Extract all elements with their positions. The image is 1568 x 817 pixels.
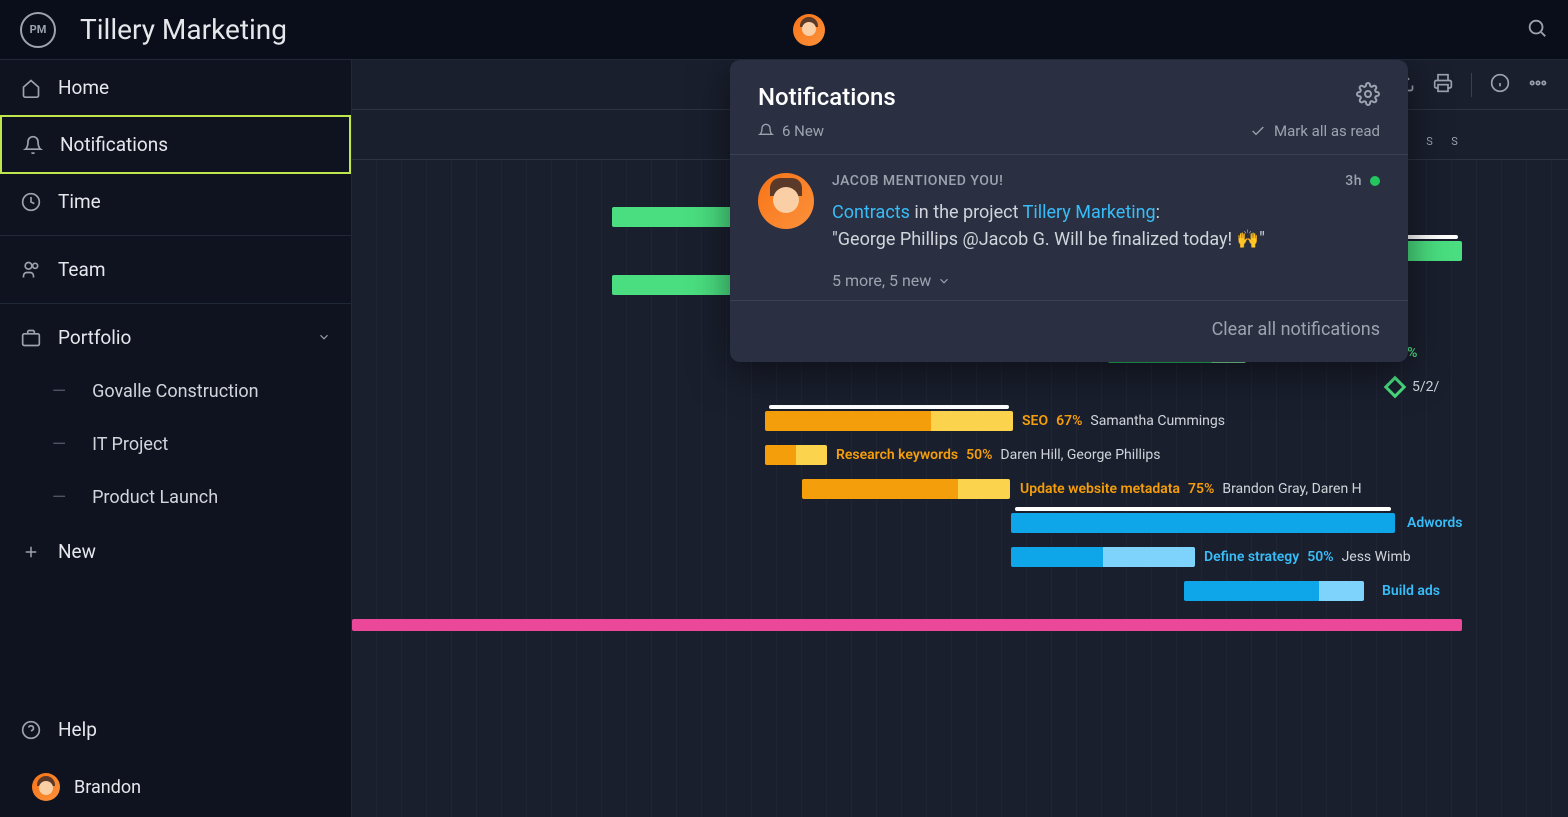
- timeline-day: S: [1442, 135, 1467, 159]
- sidebar-label: New: [58, 540, 96, 563]
- mark-all-read-button[interactable]: Mark all as read: [1250, 122, 1380, 140]
- sidebar-item-team[interactable]: Team: [0, 242, 351, 297]
- sidebar-item-notifications[interactable]: Notifications: [0, 115, 351, 174]
- task-label: Build ads: [1382, 583, 1440, 599]
- gantt-bar[interactable]: [1184, 581, 1364, 601]
- gantt-bar[interactable]: [1011, 547, 1195, 567]
- notif-link-project[interactable]: Tillery Marketing: [1023, 202, 1156, 223]
- search-icon[interactable]: [1526, 17, 1548, 43]
- gantt-row: Build ads: [352, 574, 1568, 608]
- info-icon[interactable]: [1490, 73, 1510, 97]
- sidebar-label: Home: [58, 76, 109, 99]
- gantt-row: 5/2/: [352, 370, 1568, 404]
- more-icon[interactable]: [1528, 73, 1548, 97]
- notif-title: Notifications: [758, 83, 896, 111]
- briefcase-icon: [20, 327, 42, 349]
- gantt-row: Adwords: [352, 506, 1568, 540]
- chevron-down-icon: [317, 326, 331, 349]
- home-icon: [20, 77, 42, 99]
- team-icon: [20, 259, 42, 281]
- page-title: Tillery Marketing: [80, 13, 781, 46]
- notifications-popup: Notifications 6 New Mark all as read: [730, 60, 1408, 362]
- gantt-row: [352, 608, 1568, 642]
- bell-icon: [22, 134, 44, 156]
- gantt-row: Research keywords50%Daren Hill, George P…: [352, 438, 1568, 472]
- help-icon: [20, 719, 42, 741]
- task-label: Research keywords50%Daren Hill, George P…: [836, 447, 1160, 463]
- timeline-day: S: [1417, 135, 1442, 159]
- notif-message: Contracts in the project Tillery Marketi…: [832, 199, 1380, 253]
- sidebar-user[interactable]: Brandon: [0, 757, 351, 817]
- app-logo[interactable]: PM: [20, 12, 56, 48]
- sidebar-label: Help: [58, 718, 97, 741]
- unread-dot-icon: [1370, 176, 1380, 186]
- gantt-row: SEO67%Samantha Cummings: [352, 404, 1568, 438]
- milestone-icon[interactable]: [1384, 376, 1407, 399]
- main-content: APR, 24 '22MAY, 1 '22 FSSMTWTFSSMTWTFSS …: [352, 60, 1568, 817]
- gear-icon[interactable]: [1356, 82, 1380, 112]
- gantt-bar[interactable]: [765, 445, 827, 465]
- milestone-date: 5/2/: [1412, 379, 1439, 395]
- clock-icon: [20, 191, 42, 213]
- notif-heading: JACOB MENTIONED YOU!: [832, 173, 1003, 189]
- notif-time: 3h: [1345, 173, 1362, 189]
- sidebar-label: Notifications: [60, 133, 168, 156]
- sidebar-item-portfolio[interactable]: Portfolio: [0, 310, 351, 365]
- user-avatar[interactable]: [793, 14, 825, 46]
- task-label: Define strategy50%Jess Wimb: [1204, 549, 1411, 565]
- sidebar-label: Time: [58, 190, 101, 213]
- portfolio-item-it[interactable]: IT Project: [0, 418, 351, 471]
- portfolio-item-govalle[interactable]: Govalle Construction: [0, 365, 351, 418]
- user-avatar-small: [32, 773, 60, 801]
- sidebar-label: Team: [58, 258, 106, 281]
- task-label: SEO67%Samantha Cummings: [1022, 413, 1225, 429]
- sidebar-new[interactable]: New: [0, 524, 351, 579]
- sidebar: Home Notifications Time Team Portfolio G…: [0, 60, 352, 817]
- task-label: Update website metadata75%Brandon Gray, …: [1020, 481, 1362, 497]
- task-name-right: Creati: [1407, 243, 1444, 259]
- gantt-row: Define strategy50%Jess Wimb: [352, 540, 1568, 574]
- gantt-bar[interactable]: [765, 411, 1013, 431]
- sidebar-label: Portfolio: [58, 326, 131, 349]
- gantt-bar[interactable]: [1011, 513, 1395, 533]
- notif-new-count: 6 New: [758, 122, 824, 140]
- print-icon[interactable]: [1433, 73, 1453, 97]
- sidebar-item-time[interactable]: Time: [0, 174, 351, 229]
- task-label: Adwords: [1407, 515, 1462, 531]
- gantt-bar[interactable]: [802, 479, 1010, 499]
- portfolio-item-product[interactable]: Product Launch: [0, 471, 351, 524]
- plus-icon: [20, 541, 42, 563]
- notif-expand-button[interactable]: 5 more, 5 new: [832, 271, 1380, 290]
- gantt-row: Update website metadata75%Brandon Gray, …: [352, 472, 1568, 506]
- user-name: Brandon: [74, 777, 141, 798]
- gantt-bar[interactable]: [352, 619, 1462, 631]
- sidebar-item-home[interactable]: Home: [0, 60, 351, 115]
- notif-sender-avatar: [758, 173, 814, 229]
- sidebar-help[interactable]: Help: [0, 702, 351, 757]
- notif-link-contracts[interactable]: Contracts: [832, 202, 910, 223]
- clear-all-button[interactable]: Clear all notifications: [1212, 319, 1380, 340]
